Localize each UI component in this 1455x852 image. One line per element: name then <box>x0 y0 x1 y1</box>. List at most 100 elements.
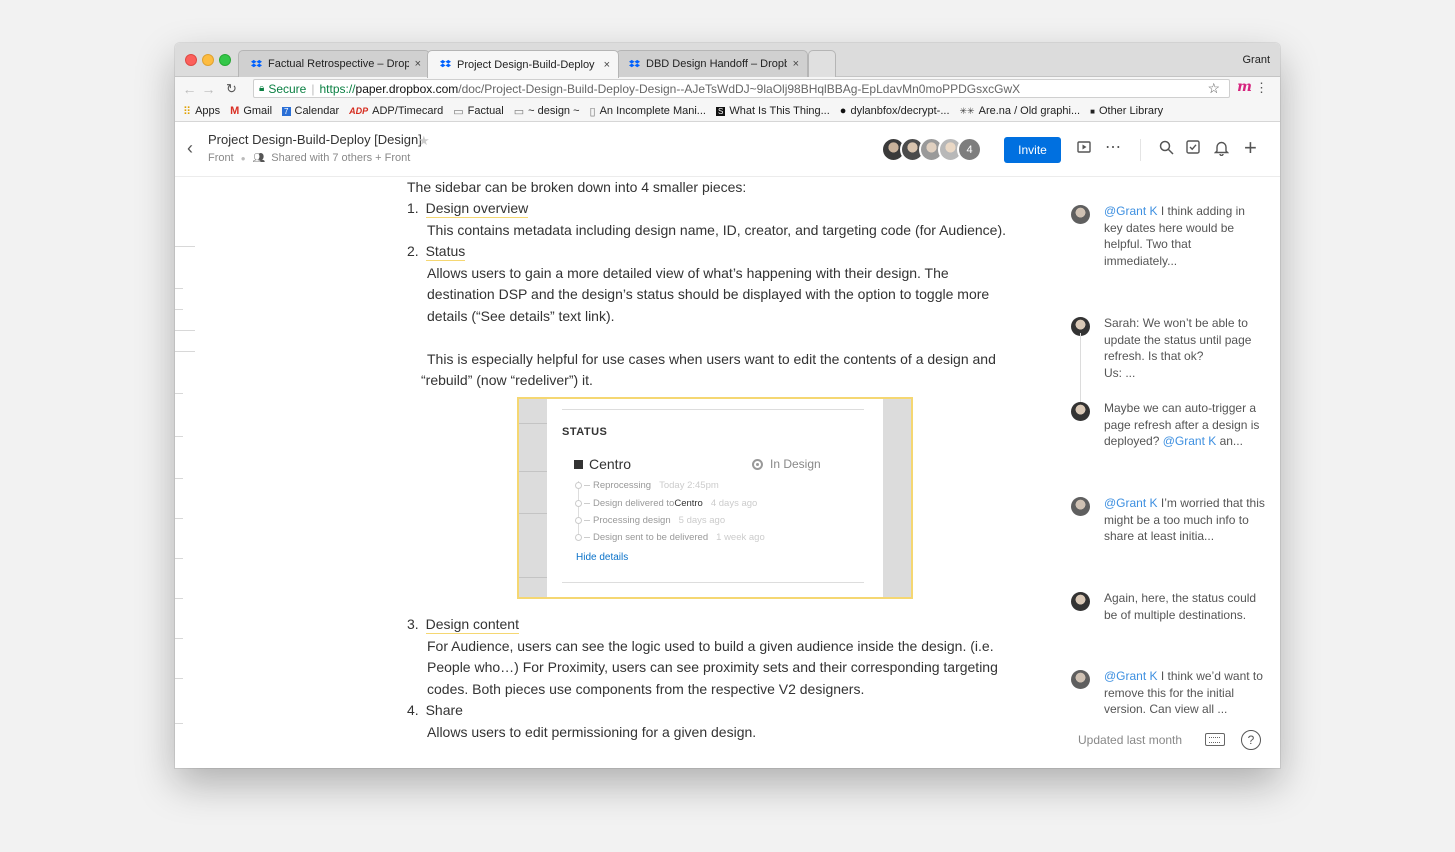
more-collaborators-badge[interactable]: 4 <box>957 137 982 162</box>
embed-divider <box>562 582 864 583</box>
gutter-tick <box>175 518 183 519</box>
bookmark-other-library[interactable]: ■ Other Library <box>1090 105 1163 117</box>
comment-text[interactable]: @Grant K I’m worried that this might be … <box>1104 495 1266 545</box>
item-heading[interactable]: Design content <box>425 616 519 634</box>
doc-header: ‹ Project Design-Build-Deploy [Design] ★… <box>175 123 1280 177</box>
add-icon[interactable]: + <box>1244 135 1257 161</box>
left-gutter <box>175 178 205 768</box>
back-arrow-icon[interactable]: ← <box>181 81 198 97</box>
item-heading[interactable]: Share <box>426 702 463 718</box>
event-text: Design delivered to <box>593 498 675 509</box>
back-chevron-icon[interactable]: ‹ <box>187 138 193 159</box>
list-number: 3. <box>407 616 419 632</box>
item-body[interactable]: codes. Both pieces use components from t… <box>427 679 864 701</box>
browser-window: Factual Retrospective – Dropb × Project … <box>175 43 1280 768</box>
mention-link[interactable]: @Grant K <box>1163 434 1217 448</box>
item-heading[interactable]: Status <box>425 243 466 261</box>
timeline-dash <box>584 520 590 521</box>
bookmark-arena[interactable]: ✳✳ Are.na / Old graphi... <box>960 105 1081 117</box>
more-options-icon[interactable]: ⋯ <box>1105 137 1121 157</box>
comment-text[interactable]: Maybe we can auto-trigger a page refresh… <box>1104 400 1266 450</box>
page-title[interactable]: Project Design-Build-Deploy [Design] <box>208 132 422 147</box>
intro-paragraph[interactable]: The sidebar can be broken down into 4 sm… <box>407 177 746 199</box>
sidebar-divider <box>519 513 547 514</box>
bell-icon[interactable] <box>1213 140 1230 160</box>
status-screenshot-embed[interactable]: STATUS Centro In Design Reprocessing Tod… <box>517 397 913 599</box>
list-number: 2. <box>407 243 419 259</box>
list-item[interactable]: 3. Design content <box>407 614 519 636</box>
profile-name[interactable]: Grant <box>1242 54 1270 66</box>
mention-link[interactable]: @Grant K <box>1104 204 1158 218</box>
item-body[interactable]: details (“See details” text link). <box>427 306 615 328</box>
present-icon[interactable] <box>1077 140 1091 158</box>
mention-link[interactable]: @Grant K <box>1104 496 1158 510</box>
list-item[interactable]: 1. Design overview <box>407 198 529 220</box>
close-icon[interactable]: × <box>793 58 799 70</box>
invite-button[interactable]: Invite <box>1004 137 1061 163</box>
item-heading[interactable]: Design overview <box>425 200 529 218</box>
list-item[interactable]: 2. Status <box>407 241 466 263</box>
gutter-tick <box>175 351 195 352</box>
comments-sidebar: @Grant K I think adding in key dates her… <box>1068 178 1268 718</box>
collaborator-avatars[interactable]: 4 <box>881 137 982 162</box>
event-time: 1 week ago <box>716 532 765 543</box>
keyboard-icon[interactable] <box>1205 733 1225 746</box>
close-icon[interactable]: × <box>604 59 610 71</box>
bookmark-what-is-this-thing[interactable]: S What Is This Thing... <box>715 105 830 117</box>
bookmark-apps[interactable]: ⠿ Apps <box>183 105 220 118</box>
forward-arrow-icon[interactable]: → <box>200 81 217 97</box>
search-icon[interactable] <box>1159 140 1174 159</box>
item-body[interactable]: Allows users to gain a more detailed vie… <box>427 263 949 285</box>
close-icon[interactable]: × <box>415 58 421 70</box>
url-host: paper.dropbox.com <box>355 81 459 96</box>
bookmark-factual[interactable]: ▭ Factual <box>453 105 503 118</box>
folder-link[interactable]: Front <box>208 152 234 164</box>
bookmark-star-icon[interactable]: ☆ <box>1207 80 1220 97</box>
list-item[interactable]: 4. Share <box>407 700 463 722</box>
comment-text[interactable]: Sarah: We won’t be able to update the st… <box>1104 315 1266 381</box>
minimize-window-button[interactable] <box>202 54 214 66</box>
bookmark-label: An Incomplete Mani... <box>599 105 706 117</box>
checklist-icon[interactable] <box>1186 140 1200 158</box>
bookmark-gmail[interactable]: M Gmail <box>230 105 272 117</box>
tab-project-design-build-deploy[interactable]: Project Design-Build-Deploy [ × <box>427 50 619 78</box>
gmail-icon: M <box>230 105 240 117</box>
item-body[interactable]: For Audience, users can see the logic us… <box>427 636 994 658</box>
tab-dbd-design-handoff[interactable]: DBD Design Handoff – Dropbo × <box>616 50 808 77</box>
new-tab-button[interactable] <box>808 50 836 77</box>
bookmark-design[interactable]: ▭ ~ design ~ <box>514 105 580 118</box>
tab-factual-retrospective[interactable]: Factual Retrospective – Dropb × <box>238 50 430 77</box>
help-icon[interactable]: ? <box>1241 730 1261 750</box>
gutter-tick <box>175 309 183 310</box>
item-body[interactable]: Allows users to edit permissioning for a… <box>427 722 756 744</box>
close-window-button[interactable] <box>185 54 197 66</box>
item-body[interactable]: destination DSP and the design’s status … <box>427 284 989 306</box>
item-body[interactable]: “rebuild” (now “redeliver”) it. <box>421 370 593 392</box>
comment-text[interactable]: @Grant K I think adding in key dates her… <box>1104 203 1266 269</box>
address-bar[interactable]: 🔒︎ Secure | https:// paper.dropbox.com /… <box>253 79 1230 98</box>
bookmark-adp[interactable]: ADP ADP/Timecard <box>349 105 443 117</box>
timeline-node <box>575 500 582 507</box>
header-divider <box>1140 139 1141 161</box>
bookmark-decrypt[interactable]: ● dylanbfox/decrypt-... <box>840 105 950 117</box>
bookmark-label: Calendar <box>294 105 340 117</box>
apps-grid-icon: ⠿ <box>183 105 192 118</box>
status-label: In Design <box>770 457 821 471</box>
comment-text[interactable]: @Grant K I think we’d want to remove thi… <box>1104 668 1266 718</box>
browser-menu-icon[interactable]: ⋮ <box>1255 80 1268 96</box>
comment-text[interactable]: Again, here, the status could be of mult… <box>1104 590 1266 623</box>
item-body[interactable]: This is especially helpful for use cases… <box>427 349 996 371</box>
embed-left-sidebar <box>519 399 547 597</box>
item-body[interactable]: People who…) For Proximity, users can se… <box>427 657 998 679</box>
gutter-tick <box>175 678 183 679</box>
status-radio-icon <box>752 458 763 470</box>
mention-link[interactable]: @Grant K <box>1104 669 1158 683</box>
shared-with-link[interactable]: Shared with 7 others + Front <box>271 152 410 164</box>
maximize-window-button[interactable] <box>219 54 231 66</box>
bookmark-calendar[interactable]: 7 Calendar <box>282 105 339 117</box>
favorite-star-icon[interactable]: ★ <box>418 133 430 149</box>
item-body[interactable]: This contains metadata including design … <box>427 220 1006 242</box>
extension-m-icon[interactable]: m <box>1237 79 1252 95</box>
bookmark-incomplete-manifesto[interactable]: ▯ An Incomplete Mani... <box>590 105 706 118</box>
reload-icon[interactable]: ↻ <box>223 81 240 97</box>
